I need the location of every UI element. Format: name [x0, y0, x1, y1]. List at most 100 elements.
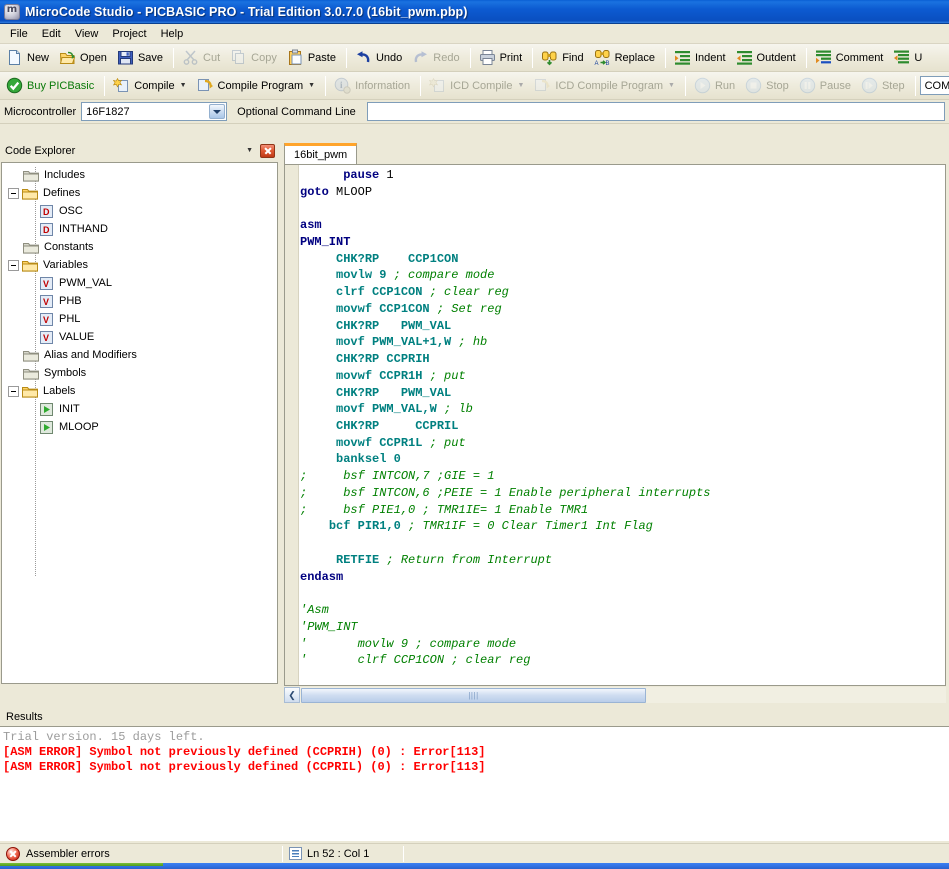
tree-node-includes[interactable]: Includes — [2, 166, 277, 184]
code-line: movwf CCPR1H ; put — [300, 368, 945, 385]
chevron-down-icon[interactable]: ▼ — [517, 82, 524, 89]
code-token: movwf CCPR1L — [336, 436, 422, 450]
menu-edit[interactable]: Edit — [35, 26, 68, 42]
code-token: CHK?RP PWM_VAL — [336, 319, 451, 333]
information-button[interactable]: i Information — [330, 74, 416, 98]
tree-expander-minus-icon[interactable] — [8, 260, 19, 271]
tree-node-defines[interactable]: Defines — [2, 184, 277, 202]
svg-text:D: D — [43, 207, 50, 217]
open-button[interactable]: Open — [55, 46, 113, 70]
chevron-down-icon[interactable] — [209, 104, 225, 119]
code-token — [300, 419, 336, 433]
outdent-button[interactable]: Outdent — [732, 46, 802, 70]
tree-node-variables[interactable]: Variables — [2, 256, 277, 274]
menu-file[interactable]: File — [3, 26, 35, 42]
close-icon[interactable] — [260, 144, 275, 158]
code-token: pause — [343, 168, 379, 182]
code-token: ; bsf PIE1,0 ; TMR1IE= 1 Enable TMR1 — [300, 503, 588, 517]
indent-button[interactable]: Indent — [670, 46, 732, 70]
tree-node-mloop[interactable]: MLOOP — [2, 418, 277, 436]
code-editor[interactable]: pause 1goto MLOOP asmPWM_INT CHK?RP CCP1… — [284, 164, 946, 686]
port-combo[interactable]: COM1 — [920, 76, 949, 95]
tree-node-alias-and-modifiers[interactable]: Alias and Modifiers — [2, 346, 277, 364]
comment-button[interactable]: Comment — [811, 46, 890, 70]
indent-icon — [674, 49, 691, 66]
compile-program-button[interactable]: Compile Program ▼ — [193, 74, 322, 98]
pause-button[interactable]: Pause — [795, 74, 857, 98]
microcontroller-combo[interactable]: 16F1827 — [81, 102, 227, 121]
new-button[interactable]: New — [2, 46, 55, 70]
tree-node-value[interactable]: VVALUE — [2, 328, 277, 346]
icd-compile-program-button[interactable]: ICD Compile Program ▼ — [530, 74, 681, 98]
save-button[interactable]: Save — [113, 46, 169, 70]
print-button[interactable]: Print — [475, 46, 529, 70]
tree-node-phb[interactable]: VPHB — [2, 292, 277, 310]
tree-node-phl[interactable]: VPHL — [2, 310, 277, 328]
tree-expander-minus-icon[interactable] — [8, 188, 19, 199]
scroll-left-icon[interactable]: ❮ — [284, 687, 300, 703]
svg-text:V: V — [43, 297, 49, 307]
tree-node-osc[interactable]: DOSC — [2, 202, 277, 220]
undo-button[interactable]: Undo — [351, 46, 408, 70]
status-bar: Assembler errors Ln 52 : Col 1 — [0, 843, 949, 863]
run-button[interactable]: Run — [690, 74, 741, 98]
tree-node-constants[interactable]: Constants — [2, 238, 277, 256]
step-button[interactable]: Step — [857, 74, 911, 98]
microcontroller-label: Microcontroller — [4, 106, 76, 118]
chevron-down-icon[interactable]: ▼ — [246, 147, 253, 154]
editor-code-text[interactable]: pause 1goto MLOOP asmPWM_INT CHK?RP CCP1… — [300, 167, 945, 685]
chevron-down-icon[interactable]: ▼ — [308, 82, 315, 89]
menu-help[interactable]: Help — [154, 26, 191, 42]
tree-node-pwm-val[interactable]: VPWM_VAL — [2, 274, 277, 292]
tree-node-init[interactable]: INIT — [2, 400, 277, 418]
icd-compile-program-label: ICD Compile Program — [555, 80, 663, 92]
info-icon: i — [334, 77, 351, 94]
tree-node-inthand[interactable]: DINTHAND — [2, 220, 277, 238]
find-label: Find — [562, 52, 583, 64]
results-header: Results — [0, 708, 949, 726]
code-line — [300, 535, 945, 552]
compile-button[interactable]: Compile ▼ — [109, 74, 192, 98]
buy-picbasic-button[interactable]: Buy PICBasic — [2, 74, 100, 98]
redo-button[interactable]: Redo — [408, 46, 465, 70]
folder-icon — [22, 259, 38, 272]
chevron-down-icon[interactable]: ▼ — [180, 82, 187, 89]
define-icon: D — [40, 205, 53, 218]
chevron-down-icon[interactable]: ▼ — [668, 82, 675, 89]
results-output[interactable]: Trial version. 15 days left. [ASM ERROR]… — [0, 726, 949, 841]
results-line-trial: Trial version. 15 days left. — [3, 730, 949, 745]
status-text: Assembler errors — [26, 848, 110, 860]
menu-view[interactable]: View — [68, 26, 106, 42]
paste-button[interactable]: Paste — [283, 46, 342, 70]
title-bar: MicroCode Studio - PICBASIC PRO - Trial … — [0, 0, 949, 24]
code-token: ; bsf INTCON,6 ;PEIE = 1 Enable peripher… — [300, 486, 710, 500]
application-window: MicroCode Studio - PICBASIC PRO - Trial … — [0, 0, 949, 869]
tree-node-symbols[interactable]: Symbols — [2, 364, 277, 382]
code-token — [300, 402, 336, 416]
menu-project[interactable]: Project — [105, 26, 153, 42]
tree-node-label: Includes — [44, 169, 85, 181]
toolbar-separator — [665, 48, 666, 68]
buy-picbasic-label: Buy PICBasic — [27, 80, 94, 92]
tree-expander-minus-icon[interactable] — [8, 386, 19, 397]
find-button[interactable]: Find — [537, 46, 589, 70]
tab-16bit-pwm[interactable]: 16bit_pwm — [284, 143, 357, 164]
pause-icon — [799, 77, 816, 94]
tree-node-labels[interactable]: Labels — [2, 382, 277, 400]
stop-button[interactable]: Stop — [741, 74, 795, 98]
cut-button[interactable]: Cut — [178, 46, 226, 70]
code-explorer-tree[interactable]: Includes DefinesDOSCDINTHANDConstantsVari… — [1, 162, 278, 684]
copy-button[interactable]: Copy — [226, 46, 283, 70]
paste-label: Paste — [308, 52, 336, 64]
editor-hscrollbar[interactable]: ❮ |||| — [284, 687, 946, 703]
optional-command-line-input[interactable] — [367, 102, 945, 121]
code-line: PWM_INT — [300, 234, 945, 251]
code-token: ; clear reg — [422, 285, 508, 299]
replace-button[interactable]: A B Replace — [590, 46, 661, 70]
icd-compile-program-icon — [534, 77, 551, 94]
hscroll-thumb[interactable]: |||| — [301, 688, 646, 703]
code-token — [300, 553, 336, 567]
icd-compile-button[interactable]: ICD Compile ▼ — [425, 74, 530, 98]
explorer-hscrollbar[interactable] — [1, 685, 278, 701]
uncomment-button[interactable]: U — [889, 46, 928, 70]
